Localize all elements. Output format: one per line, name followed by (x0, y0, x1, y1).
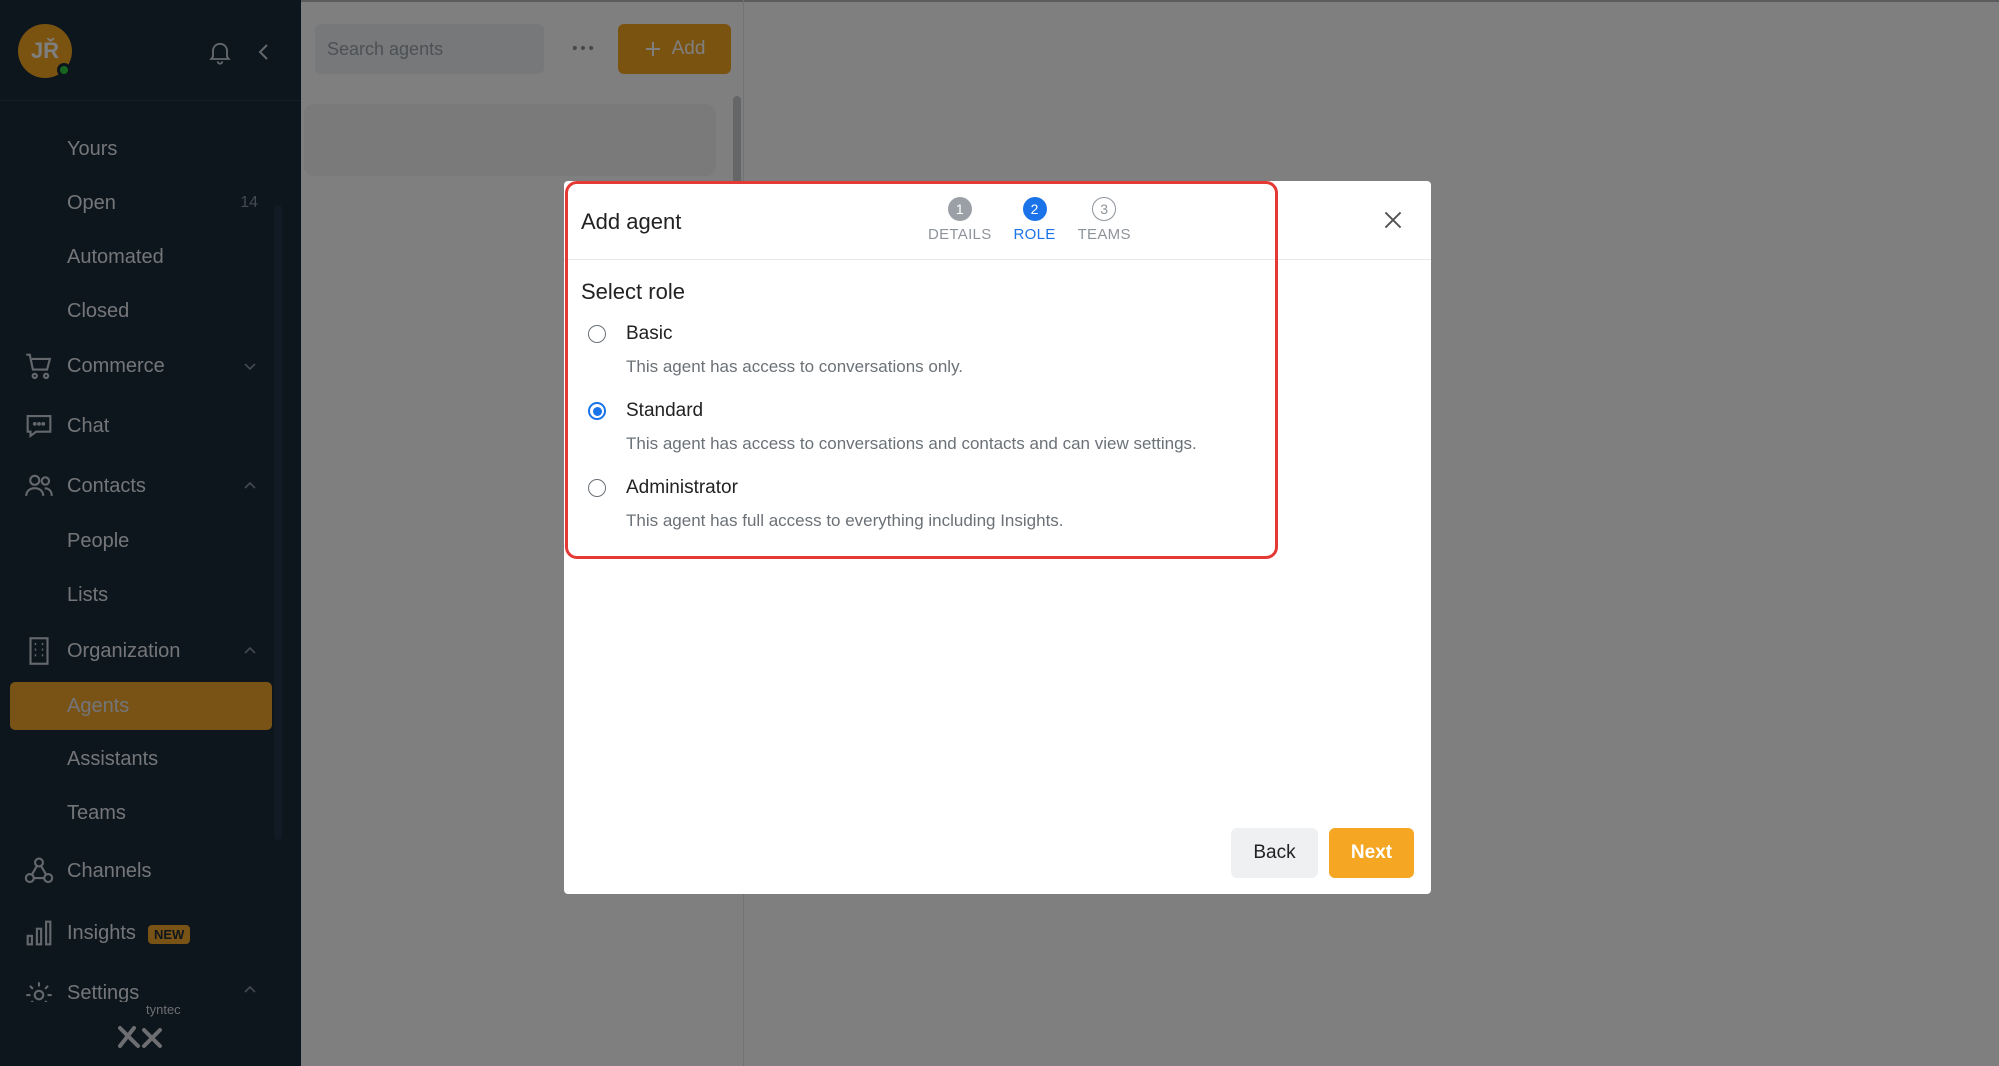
annotation-highlight-box (565, 181, 1278, 559)
close-icon[interactable] (1380, 207, 1406, 233)
next-button[interactable]: Next (1329, 828, 1414, 878)
back-button[interactable]: Back (1231, 828, 1318, 878)
